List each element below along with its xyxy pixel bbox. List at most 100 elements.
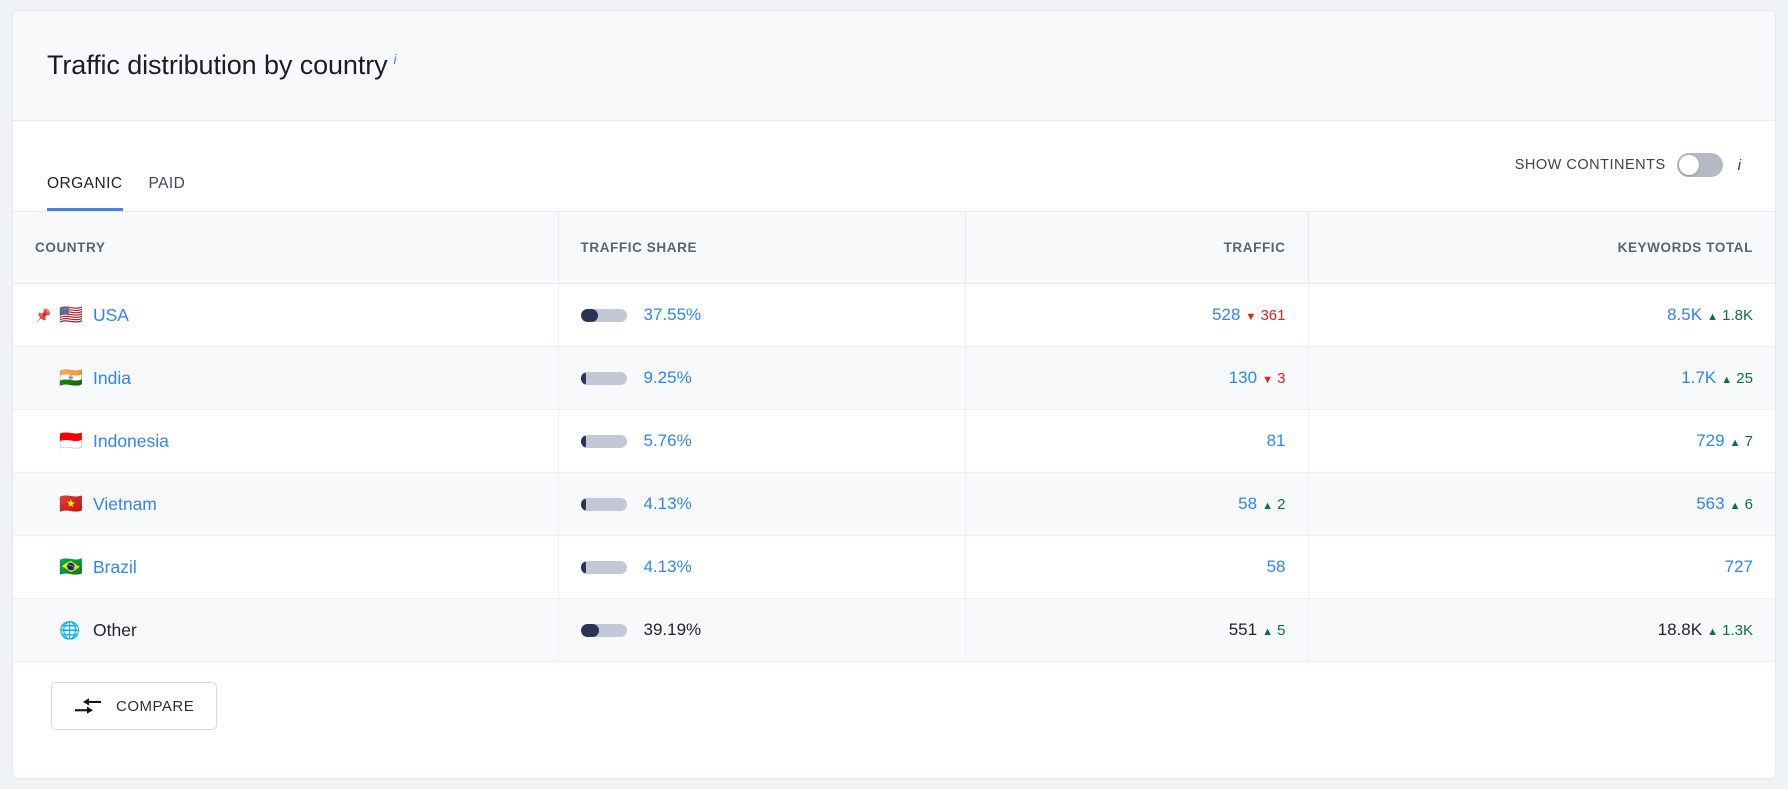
show-continents-info-icon[interactable]: i [1738, 157, 1741, 174]
keywords-value[interactable]: 729 [1696, 431, 1724, 450]
table-row: 🌐 Other 39.19% 551 ▲ 5 18.8K ▲ 1.3K [13, 598, 1775, 662]
arrow-up-icon: ▲ [1707, 626, 1718, 638]
cell-traffic: 58 [965, 535, 1309, 599]
arrow-down-icon: ▼ [1245, 311, 1257, 323]
card-footer: COMPARE [13, 662, 1775, 730]
traffic-value[interactable]: 81 [1267, 431, 1286, 450]
keywords-value[interactable]: 563 [1696, 494, 1724, 513]
cell-country: 🇧🇷 Brazil [13, 535, 559, 599]
share-wrapper: 4.13% [580, 557, 943, 577]
share-progress-bar [580, 623, 627, 637]
country-name[interactable]: Indonesia [93, 431, 169, 452]
column-header-keywords-total[interactable]: KEYWORDS TOTAL [1308, 211, 1775, 284]
card-header: Traffic distribution by country i [13, 11, 1775, 121]
tab-organic[interactable]: ORGANIC [47, 175, 123, 211]
table-body: 📌 🇺🇸 USA 37.55% 528 ▼ 361 8.5K ▲ 1.8K 🇮🇳 India 9.2… [13, 283, 1775, 662]
share-progress-bar [580, 497, 627, 511]
country-name[interactable]: Vietnam [93, 494, 157, 515]
share-progress-bar [580, 371, 627, 385]
flag-icon: 🇻🇳 [59, 493, 83, 515]
share-progress-bar [580, 560, 627, 574]
keywords-delta: ▲ 1.8K [1707, 307, 1753, 324]
compare-button-label: COMPARE [116, 697, 195, 715]
info-icon[interactable]: i [394, 51, 397, 67]
arrow-up-icon: ▲ [1729, 500, 1741, 512]
column-header-traffic-share[interactable]: TRAFFIC SHARE [558, 211, 966, 284]
share-progress-fill [580, 308, 598, 322]
table-head: COUNTRY TRAFFIC SHARE TRAFFIC KEYWORDS T… [13, 211, 1775, 284]
keywords-value[interactable]: 727 [1725, 557, 1753, 576]
table-header-row: COUNTRY TRAFFIC SHARE TRAFFIC KEYWORDS T… [13, 211, 1775, 284]
share-wrapper: 4.13% [580, 494, 943, 514]
show-continents-toggle[interactable] [1676, 153, 1723, 177]
cell-traffic: 551 ▲ 5 [965, 598, 1309, 662]
arrow-down-icon: ▼ [1262, 374, 1273, 386]
traffic-value[interactable]: 528 [1212, 305, 1240, 324]
arrow-up-icon: ▲ [1262, 500, 1273, 512]
share-percentage: 4.13% [643, 494, 692, 513]
keywords-delta: ▲ 6 [1729, 496, 1753, 513]
column-header-traffic[interactable]: TRAFFIC [965, 211, 1309, 284]
country-wrapper: 🇮🇩 Indonesia [35, 431, 536, 452]
cell-keywords-total: 1.7K ▲ 25 [1308, 346, 1775, 410]
cell-keywords-total: 8.5K ▲ 1.8K [1308, 283, 1775, 347]
cell-traffic: 130 ▼ 3 [965, 346, 1309, 410]
flag-icon: 🇺🇸 [59, 304, 83, 326]
share-progress-bar [580, 434, 627, 448]
country-name[interactable]: USA [93, 305, 129, 326]
cell-country: 🇻🇳 Vietnam [13, 472, 559, 536]
arrow-up-icon: ▲ [1707, 311, 1718, 323]
share-progress-fill [580, 434, 586, 448]
cell-traffic: 58 ▲ 2 [965, 472, 1309, 536]
table-row: 📌 🇺🇸 USA 37.55% 528 ▼ 361 8.5K ▲ 1.8K [13, 283, 1775, 347]
column-header-country[interactable]: COUNTRY [13, 211, 559, 284]
share-percentage: 9.25% [643, 368, 692, 387]
cell-traffic-share: 9.25% [558, 346, 966, 410]
show-continents-control: SHOW CONTINENTS i [1515, 153, 1741, 179]
flag-icon: 🇧🇷 [59, 556, 83, 578]
traffic-table: COUNTRY TRAFFIC SHARE TRAFFIC KEYWORDS T… [13, 211, 1775, 662]
cell-keywords-total: 563 ▲ 6 [1308, 472, 1775, 536]
share-percentage: 4.13% [643, 557, 692, 576]
toggle-knob [1678, 155, 1699, 175]
cell-traffic-share: 4.13% [558, 535, 966, 599]
country-wrapper: 🌐 Other [35, 620, 536, 641]
share-progress-bar [580, 308, 627, 322]
tabs-bar: ORGANIC PAID SHOW CONTINENTS i [13, 121, 1775, 211]
traffic-distribution-card: Traffic distribution by country i ORGANIC… [12, 10, 1776, 779]
flag-icon: 🇮🇩 [59, 430, 83, 452]
traffic-value[interactable]: 130 [1229, 368, 1257, 387]
traffic-delta: ▼ 361 [1245, 307, 1286, 324]
show-continents-label: SHOW CONTINENTS [1514, 157, 1666, 173]
tab-list: ORGANIC PAID [47, 121, 185, 211]
share-percentage: 39.19% [643, 620, 702, 639]
arrow-up-icon: ▲ [1262, 626, 1273, 638]
arrow-up-icon: ▲ [1729, 437, 1741, 449]
cell-keywords-total: 727 [1308, 535, 1775, 599]
tab-paid[interactable]: PAID [149, 175, 186, 211]
globe-icon: 🌐 [59, 620, 81, 640]
table-row: 🇮🇩 Indonesia 5.76% 81 729 ▲ 7 [13, 409, 1775, 473]
country-name[interactable]: India [93, 368, 131, 389]
country-name[interactable]: Brazil [93, 557, 137, 578]
traffic-delta: ▼ 3 [1262, 370, 1286, 387]
compare-arrows-icon [75, 698, 101, 714]
cell-traffic-share: 4.13% [558, 472, 966, 536]
share-progress-fill [580, 560, 586, 574]
cell-traffic-share: 39.19% [558, 598, 966, 662]
country-name: Other [93, 619, 137, 640]
keywords-value[interactable]: 1.7K [1681, 368, 1716, 387]
compare-button[interactable]: COMPARE [51, 682, 218, 730]
table-row: 🇻🇳 Vietnam 4.13% 58 ▲ 2 563 ▲ 6 [13, 472, 1775, 536]
keywords-value[interactable]: 8.5K [1667, 305, 1702, 324]
page-title: Traffic distribution by country i [47, 50, 397, 81]
share-progress-fill [580, 371, 586, 385]
share-wrapper: 39.19% [580, 620, 943, 640]
flag-icon: 🇮🇳 [59, 367, 83, 389]
traffic-value[interactable]: 58 [1267, 557, 1286, 576]
traffic-value[interactable]: 58 [1238, 494, 1257, 513]
pin-icon[interactable]: 📌 [35, 309, 51, 322]
table-row: 🇮🇳 India 9.25% 130 ▼ 3 1.7K ▲ 25 [13, 346, 1775, 410]
traffic-delta: ▲ 5 [1262, 622, 1286, 639]
country-wrapper: 🇻🇳 Vietnam [35, 494, 536, 515]
